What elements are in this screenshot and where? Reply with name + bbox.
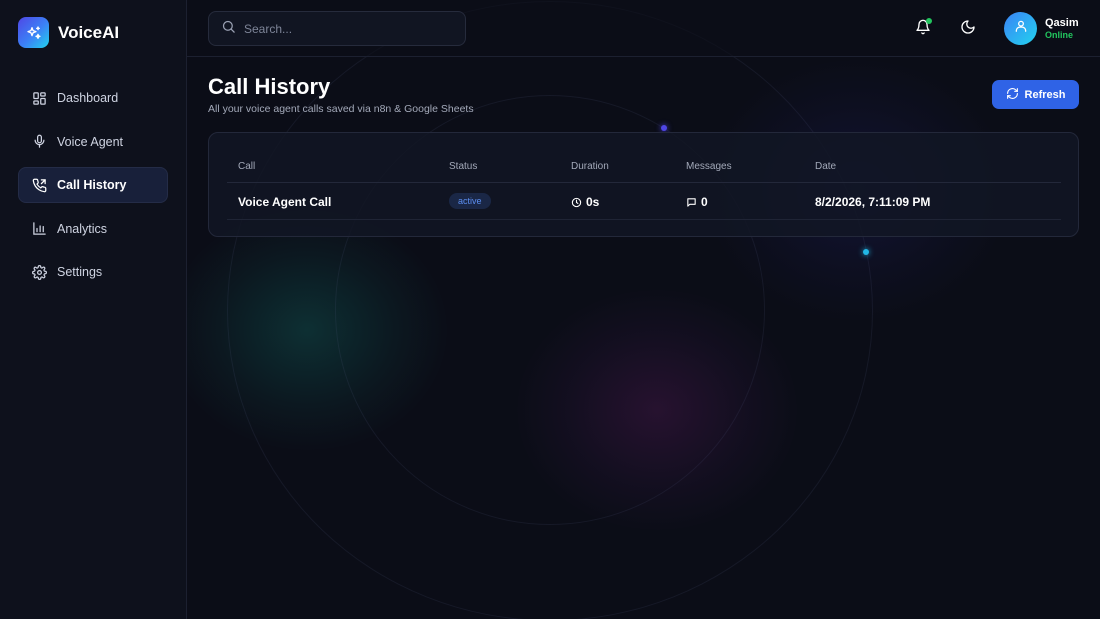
column-header-messages: Messages [686, 161, 732, 172]
duration-value: 0s [586, 195, 600, 209]
sidebar-item-label: Dashboard [57, 91, 119, 105]
page-title: Call History [208, 74, 331, 99]
microphone-icon [32, 134, 47, 149]
call-history-table: Call Status Duration Messages Date Voice… [208, 132, 1079, 237]
glow-teal [187, 210, 447, 450]
search-input[interactable] [244, 21, 454, 36]
refresh-button[interactable]: Refresh [992, 80, 1079, 109]
status-badge: active [449, 193, 491, 209]
sidebar-item-label: Voice Agent [57, 134, 124, 149]
refresh-icon [1006, 87, 1025, 103]
clock-icon [571, 197, 582, 207]
call-name: Voice Agent Call [238, 195, 332, 209]
brand[interactable]: VoiceAI [18, 17, 119, 48]
user-menu[interactable]: Qasim Online [1004, 12, 1079, 45]
column-header-duration: Duration [571, 161, 609, 172]
message-icon [687, 197, 696, 207]
dashboard-icon [32, 91, 47, 106]
search-box[interactable] [208, 11, 466, 46]
phone-icon [32, 178, 47, 193]
sidebar-nav: Dashboard Voice Agent Call History Analy… [18, 80, 168, 298]
sidebar-item-label: Analytics [57, 221, 108, 236]
notification-indicator [926, 18, 932, 24]
search-icon [221, 19, 236, 39]
sidebar-item-settings[interactable]: Settings [18, 254, 168, 290]
notifications-button[interactable] [908, 14, 938, 44]
table-row[interactable]: Voice Agent Call active 0s 0 8/2/2026, 7… [227, 183, 1061, 220]
sidebar-item-call-history[interactable]: Call History [18, 167, 168, 203]
user-name: Qasim [1045, 17, 1079, 29]
sidebar-item-analytics[interactable]: Analytics [18, 211, 168, 247]
moon-icon [960, 19, 976, 40]
user-icon [1014, 19, 1028, 38]
decorative-dot [661, 125, 667, 131]
glow-purple [517, 290, 797, 530]
sidebar-item-dashboard[interactable]: Dashboard [18, 80, 168, 116]
column-header-call: Call [238, 161, 256, 172]
avatar [1004, 12, 1037, 45]
bar-chart-icon [32, 221, 47, 236]
sidebar-item-label: Call History [57, 178, 127, 192]
call-date: 8/2/2026, 7:11:09 PM [815, 195, 931, 209]
decorative-dot [863, 249, 869, 255]
app-name: VoiceAI [58, 22, 120, 42]
table-header: Call Status Duration Messages Date [227, 133, 1061, 183]
topbar: Qasim Online [187, 0, 1100, 57]
gear-icon [32, 264, 47, 280]
sidebar-item-label: Settings [57, 265, 103, 279]
column-header-date: Date [815, 161, 837, 172]
page-subtitle: All your voice agent calls saved via n8n… [208, 103, 474, 115]
sparkle-icon [18, 17, 49, 48]
main-content: Qasim Online Call History All your voice… [187, 0, 1100, 619]
sidebar-item-voice-agent[interactable]: Voice Agent [18, 124, 168, 160]
theme-toggle-button[interactable] [953, 14, 983, 44]
column-header-status: Status [449, 161, 478, 172]
message-count: 0 [686, 195, 708, 209]
sidebar: VoiceAI Dashboard Voice Agent Call Histo… [0, 0, 187, 619]
messages-value: 0 [701, 195, 708, 209]
user-status: Online [1045, 30, 1074, 40]
call-duration: 0s [571, 195, 599, 209]
refresh-label: Refresh [1024, 88, 1066, 101]
